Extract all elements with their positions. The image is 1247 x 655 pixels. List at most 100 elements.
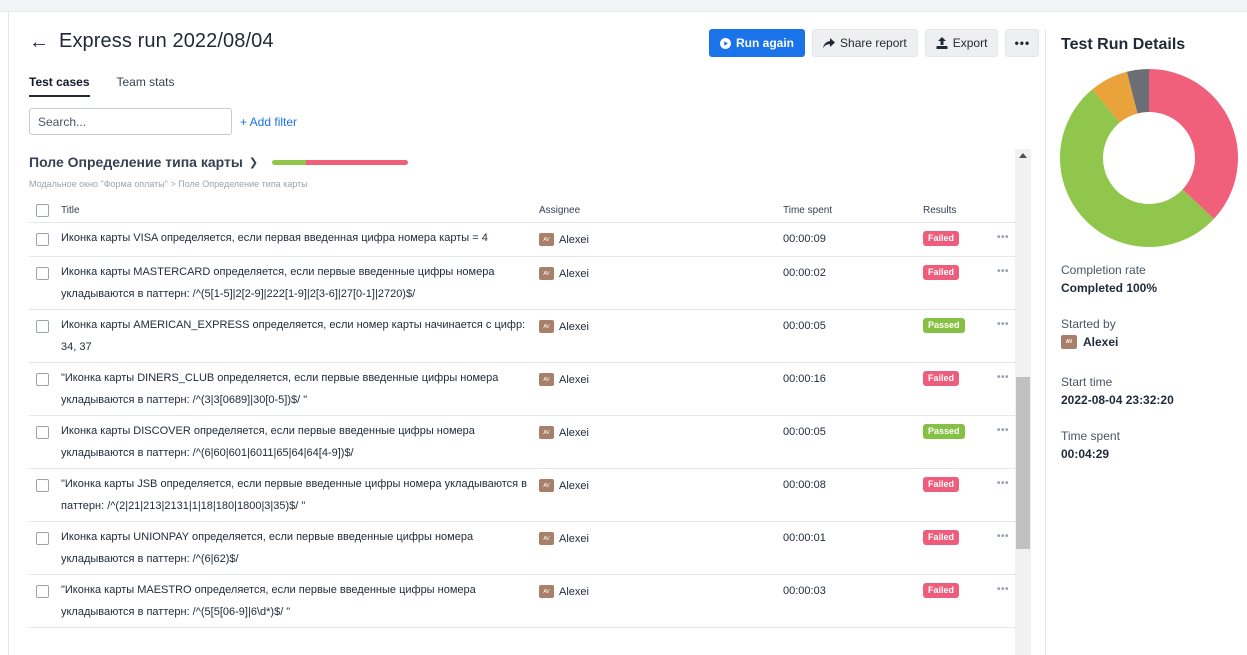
row-assignee: Alexei — [559, 585, 589, 598]
row-time: 00:00:16 — [783, 373, 826, 385]
table-row[interactable]: "Иконка карты MAESTRO определяется, если… — [29, 575, 1015, 628]
column-time-spent: Time spent — [783, 205, 833, 216]
row-checkbox[interactable] — [36, 585, 49, 598]
row-more-icon[interactable]: ••• — [997, 310, 1015, 330]
row-title: "Иконка карты DINERS_CLUB определяется, … — [61, 372, 499, 406]
time-spent-value: 00:04:29 — [1061, 447, 1110, 461]
row-time: 00:00:05 — [783, 320, 826, 332]
column-title: Title — [61, 205, 80, 216]
tab-team-stats[interactable]: Team stats — [117, 75, 175, 97]
export-button[interactable]: Export — [924, 29, 999, 57]
started-by-value: Alexei — [1083, 335, 1119, 349]
table-row[interactable]: Иконка карты AMERICAN_EXPRESS определяет… — [29, 310, 1015, 363]
add-filter-link[interactable]: + Add filter — [240, 115, 297, 129]
row-time: 00:00:01 — [783, 532, 826, 544]
scroll-up-icon[interactable] — [1019, 153, 1027, 158]
page-header: ← Express run 2022/08/04 — [29, 30, 274, 53]
row-more-icon[interactable]: ••• — [997, 363, 1015, 383]
tabs: Test cases Team stats — [29, 75, 175, 97]
row-more-icon[interactable]: ••• — [997, 469, 1015, 489]
progress-pass-segment — [272, 159, 307, 165]
avatar: AV — [539, 479, 554, 492]
avatar: AV — [539, 233, 554, 246]
row-more-icon[interactable]: ••• — [997, 223, 1015, 243]
tab-test-cases[interactable]: Test cases — [29, 75, 90, 97]
status-badge: Failed — [923, 265, 960, 280]
run-again-button[interactable]: Run again — [709, 29, 806, 57]
row-assignee: Alexei — [559, 426, 589, 439]
search-input[interactable] — [29, 108, 232, 135]
details-title: Test Run Details — [1061, 36, 1186, 53]
row-time: 00:00:02 — [783, 267, 826, 279]
status-badge: Failed — [923, 583, 960, 598]
status-badge: Failed — [923, 530, 960, 545]
row-checkbox[interactable] — [36, 426, 49, 439]
arrow-left-icon[interactable]: ← — [29, 32, 49, 52]
row-more-icon[interactable]: ••• — [997, 416, 1015, 436]
section-header: Поле Определение типа карты ❯ — [29, 154, 409, 170]
row-more-icon[interactable]: ••• — [997, 575, 1015, 595]
progress-fail-segment — [306, 159, 409, 165]
share-icon — [823, 37, 836, 48]
chevron-down-icon[interactable]: ❯ — [249, 156, 258, 169]
row-title: Иконка карты DISCOVER определяется, если… — [61, 425, 475, 459]
start-time: Start time 2022-08-04 23:32:20 — [1061, 375, 1174, 407]
row-time: 00:00:09 — [783, 233, 826, 245]
row-title: "Иконка карты JSB определяется, если пер… — [61, 478, 528, 512]
status-badge: Failed — [923, 371, 960, 386]
row-assignee: Alexei — [559, 267, 589, 280]
row-more-icon[interactable]: ••• — [997, 522, 1015, 542]
row-checkbox[interactable] — [36, 320, 49, 333]
start-time-value: 2022-08-04 23:32:20 — [1061, 393, 1174, 407]
share-report-button[interactable]: Share report — [812, 29, 918, 57]
table-row[interactable]: Иконка карты UNIONPAY определяется, если… — [29, 522, 1015, 575]
row-title: Иконка карты UNIONPAY определяется, если… — [61, 531, 474, 565]
row-checkbox[interactable] — [36, 479, 49, 492]
avatar: AV — [539, 320, 554, 333]
table-row[interactable]: Иконка карты VISA определяется, если пер… — [29, 223, 1015, 257]
scrollbar[interactable] — [1015, 149, 1031, 655]
started-by: Started by AV Alexei — [1061, 317, 1118, 349]
page-title: Express run 2022/08/04 — [59, 30, 274, 52]
avatar: AV — [1061, 335, 1077, 349]
table-row[interactable]: Иконка карты DISCOVER определяется, если… — [29, 416, 1015, 469]
row-time: 00:00:08 — [783, 479, 826, 491]
row-checkbox[interactable] — [36, 532, 49, 545]
row-assignee: Alexei — [559, 373, 589, 386]
row-checkbox[interactable] — [36, 373, 49, 386]
start-time-label: Start time — [1061, 375, 1113, 389]
scrollbar-thumb[interactable] — [1016, 377, 1030, 549]
completion-rate: Completion rate Completed 100% — [1061, 263, 1157, 295]
time-spent-label: Time spent — [1061, 429, 1120, 443]
row-assignee: Alexei — [559, 233, 589, 246]
avatar: AV — [539, 267, 554, 280]
section-progress-bar — [272, 159, 409, 165]
avatar: AV — [539, 426, 554, 439]
avatar: AV — [539, 532, 554, 545]
row-assignee: Alexei — [559, 532, 589, 545]
select-all-cell — [29, 204, 61, 217]
table-row[interactable]: "Иконка карты DINERS_CLUB определяется, … — [29, 363, 1015, 416]
select-all-checkbox[interactable] — [36, 204, 49, 217]
time-spent: Time spent 00:04:29 — [1061, 429, 1120, 461]
top-strip — [0, 0, 1247, 12]
more-actions-button[interactable]: ••• — [1005, 29, 1040, 57]
column-results: Results — [923, 205, 957, 216]
table-row[interactable]: "Иконка карты JSB определяется, если пер… — [29, 469, 1015, 522]
row-more-icon[interactable]: ••• — [997, 257, 1015, 277]
row-assignee: Alexei — [559, 320, 589, 333]
row-title: Иконка карты VISA определяется, если пер… — [61, 232, 488, 244]
column-assignee: Assignee — [539, 205, 581, 216]
row-checkbox[interactable] — [36, 267, 49, 280]
avatar: AV — [539, 373, 554, 386]
row-checkbox[interactable] — [36, 233, 49, 246]
started-by-label: Started by — [1061, 317, 1116, 331]
section-title: Поле Определение типа карты — [29, 154, 243, 170]
status-badge: Failed — [923, 231, 960, 246]
upload-icon — [936, 37, 948, 49]
row-assignee: Alexei — [559, 479, 589, 492]
table-row[interactable]: Иконка карты MASTERCARD определяется, ес… — [29, 257, 1015, 310]
left-edge — [8, 12, 9, 655]
row-title: Иконка карты MASTERCARD определяется, ес… — [61, 266, 495, 300]
completion-donut-chart — [1060, 69, 1238, 247]
